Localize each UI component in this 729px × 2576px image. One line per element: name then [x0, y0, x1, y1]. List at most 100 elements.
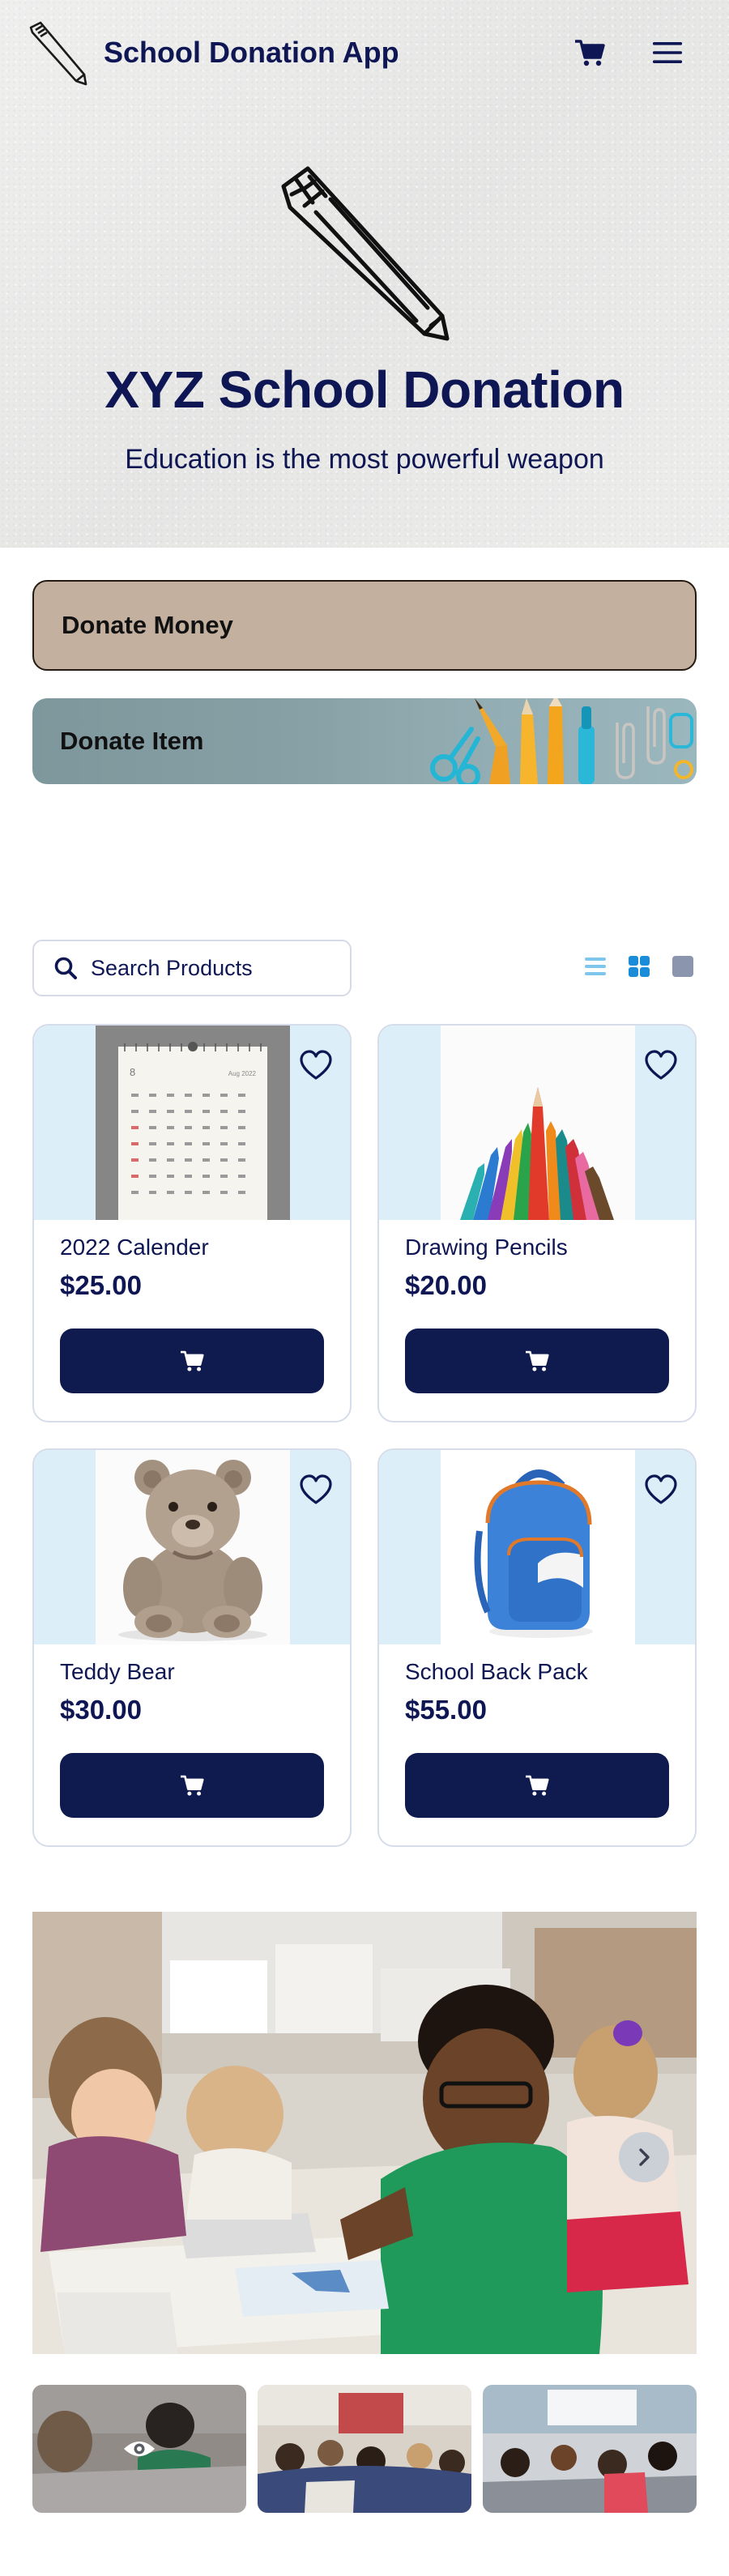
calendar-day-cell: [238, 1158, 245, 1162]
product-name: Teddy Bear: [60, 1659, 175, 1684]
product-price: $20.00: [405, 1270, 487, 1300]
calendar-day-cell: [167, 1158, 174, 1162]
product-card[interactable]: Teddy Bear $30.00: [32, 1448, 352, 1847]
calendar-day-cell: [149, 1142, 156, 1145]
add-to-cart-button[interactable]: [60, 1753, 324, 1818]
add-to-cart-button[interactable]: [405, 1753, 669, 1818]
teddy-bear-photo: [96, 1450, 290, 1644]
calendar-day-cell: [185, 1175, 192, 1178]
calendar-day-cell: [167, 1094, 174, 1097]
product-name: School Back Pack: [405, 1659, 588, 1684]
calendar-photo: 8 Aug 2022: [96, 1026, 290, 1220]
calendar-day-cell: [202, 1142, 210, 1145]
calendar-day-cell: [202, 1191, 210, 1194]
calendar-day-cell: [167, 1175, 174, 1178]
school-supplies-image: [430, 698, 693, 784]
calendar-day-cell: [220, 1142, 228, 1145]
cart-icon: [181, 1350, 204, 1371]
cart-icon: [526, 1775, 549, 1796]
calendar-day-cell: [185, 1191, 192, 1194]
gallery-main-image[interactable]: [32, 1912, 697, 2354]
menu-button[interactable]: [645, 32, 690, 73]
search-input[interactable]: [91, 955, 334, 981]
heart-icon[interactable]: [300, 1474, 332, 1507]
cart-icon: [181, 1775, 204, 1796]
calendar-day-cell: [149, 1126, 156, 1129]
classroom-thumbnail-photo: [483, 2385, 697, 2513]
product-price: $30.00: [60, 1695, 142, 1725]
calendar-day-cell: [220, 1126, 228, 1129]
product-card[interactable]: School Back Pack $55.00: [377, 1448, 697, 1847]
classroom-thumbnail-photo: [258, 2385, 471, 2513]
calendar-month-label: Aug 2022: [228, 1070, 257, 1077]
calendar-day-cell: [149, 1158, 156, 1162]
calendar-day-cell: [131, 1142, 139, 1145]
gallery-thumbnail[interactable]: [483, 2385, 697, 2513]
donate-item-label: Donate Item: [60, 727, 204, 755]
add-to-cart-button[interactable]: [60, 1329, 324, 1393]
calendar-day-cell: [149, 1191, 156, 1194]
calendar-day-cell: [238, 1142, 245, 1145]
donate-money-label: Donate Money: [62, 611, 233, 639]
hero-subtitle: Education is the most powerful weapon: [125, 444, 604, 475]
donate-money-button[interactable]: Donate Money: [32, 580, 697, 671]
grid-view-icon[interactable]: [627, 954, 651, 979]
calendar-day-cell: [220, 1110, 228, 1113]
pencils-photo: [441, 1026, 635, 1220]
calendar-day-cell: [131, 1094, 139, 1097]
product-card[interactable]: 8 Aug 2022 2022 Calender $25.00: [32, 1024, 352, 1422]
cart-icon: [575, 40, 605, 66]
calendar-day-cell: [220, 1094, 228, 1097]
calendar-day-cell: [185, 1126, 192, 1129]
calendar-day-cell: [131, 1158, 139, 1162]
calendar-day-cell: [238, 1175, 245, 1178]
calendar-day-cell: [167, 1191, 174, 1194]
hero-section: School Donation App XYZ School Donation …: [0, 0, 729, 548]
add-to-cart-button[interactable]: [405, 1329, 669, 1393]
pencil-icon[interactable]: [24, 19, 92, 87]
calendar-day-cell: [131, 1191, 139, 1194]
search-field[interactable]: [32, 940, 352, 996]
product-price: $25.00: [60, 1270, 142, 1300]
chevron-right-icon: [639, 2148, 650, 2166]
backpack-photo: [441, 1450, 635, 1644]
calendar-day-cell: [202, 1126, 210, 1129]
cart-icon: [526, 1350, 549, 1371]
top-bar: School Donation App: [0, 0, 729, 107]
classroom-photo: [32, 1912, 697, 2354]
app-title: School Donation App: [104, 36, 399, 69]
hamburger-menu-icon: [653, 42, 682, 63]
calendar-day-cell: [185, 1158, 192, 1162]
search-icon: [54, 957, 77, 979]
donate-item-button[interactable]: Donate Item: [32, 698, 697, 784]
calendar-day-cell: [202, 1158, 210, 1162]
product-name: Drawing Pencils: [405, 1235, 568, 1260]
calendar-day-cell: [131, 1175, 139, 1178]
calendar-day-cell: [167, 1142, 174, 1145]
heart-icon[interactable]: [645, 1050, 677, 1082]
gallery-thumbnail[interactable]: [258, 2385, 471, 2513]
cart-button[interactable]: [567, 32, 612, 73]
calendar-day-cell: [220, 1191, 228, 1194]
calendar-day-cell: [185, 1142, 192, 1145]
heart-icon[interactable]: [300, 1050, 332, 1082]
calendar-day-cell: [238, 1110, 245, 1113]
hero-title: XYZ School Donation: [104, 360, 625, 419]
calendar-day-cell: [149, 1110, 156, 1113]
product-card[interactable]: Drawing Pencils $20.00: [377, 1024, 697, 1422]
calendar-day-cell: [185, 1094, 192, 1097]
calendar-day-cell: [238, 1191, 245, 1194]
heart-icon[interactable]: [645, 1474, 677, 1507]
calendar-day-cell: [202, 1110, 210, 1113]
calendar-day-cell: [220, 1158, 228, 1162]
calendar-day-cell: [149, 1094, 156, 1097]
calendar-day-cell: [202, 1094, 210, 1097]
list-view-icon[interactable]: [583, 954, 608, 979]
single-view-icon[interactable]: [671, 954, 695, 979]
hero-pencil-icon: [281, 166, 450, 341]
calendar-day-cell: [185, 1110, 192, 1113]
calendar-day-cell: [131, 1110, 139, 1113]
gallery-thumbnail[interactable]: [32, 2385, 246, 2513]
gallery-next-button[interactable]: [619, 2132, 669, 2182]
eye-icon: [124, 2442, 155, 2456]
